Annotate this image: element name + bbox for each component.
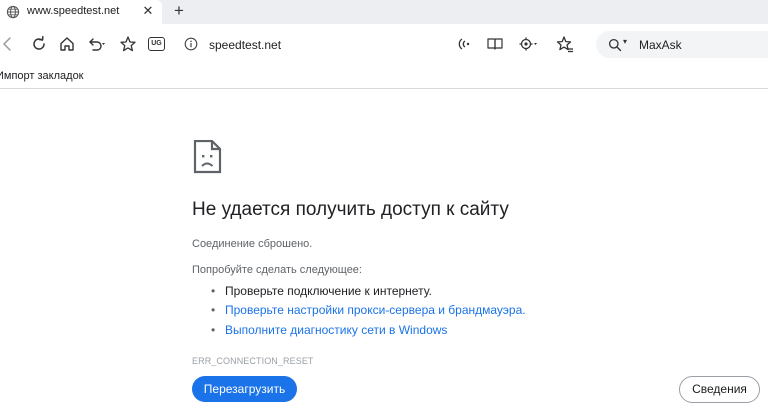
favorites-icon[interactable] [555, 34, 575, 54]
extensions-icon[interactable] [517, 34, 537, 54]
tab-strip: www.speedtest.net ✕ + [0, 0, 768, 24]
chevron-down-icon[interactable]: ▾ [623, 37, 627, 46]
import-bookmarks-link[interactable]: Импорт закладок [0, 70, 84, 82]
toolbar: UG speedtest.net ▾ MaxAsk [0, 24, 768, 65]
error-code: ERR_CONNECTION_RESET [192, 356, 314, 366]
ug-badge-icon[interactable]: UG [148, 37, 165, 51]
read-aloud-icon[interactable] [454, 34, 474, 54]
globe-icon [6, 5, 20, 19]
reader-view-icon[interactable] [485, 34, 505, 54]
search-icon [608, 38, 622, 52]
favorite-star-icon[interactable] [118, 34, 138, 54]
try-label: Попробуйте сделать следующее: [192, 264, 362, 276]
close-tab-icon[interactable]: ✕ [141, 4, 155, 18]
details-button[interactable]: Сведения [679, 376, 760, 403]
info-icon[interactable] [184, 37, 198, 51]
bookmarks-bar: Импорт закладок [0, 65, 768, 89]
back-icon[interactable] [0, 34, 18, 54]
tab-title: www.speedtest.net [27, 5, 120, 17]
reload-button[interactable]: Перезагрузить [192, 376, 297, 402]
search-engine-label: MaxAsk [639, 38, 682, 52]
home-icon[interactable] [57, 34, 77, 54]
url-text: speedtest.net [209, 38, 282, 52]
error-subtitle: Соединение сброшено. [192, 238, 313, 250]
tab-speedtest[interactable]: www.speedtest.net ✕ [0, 0, 162, 24]
search-box[interactable]: ▾ MaxAsk [596, 31, 768, 58]
sad-document-icon [193, 139, 223, 174]
new-tab-button[interactable]: + [170, 2, 188, 20]
refresh-icon[interactable] [29, 34, 49, 54]
error-title: Не удается получить доступ к сайту [192, 199, 509, 220]
undo-icon[interactable] [85, 34, 105, 54]
